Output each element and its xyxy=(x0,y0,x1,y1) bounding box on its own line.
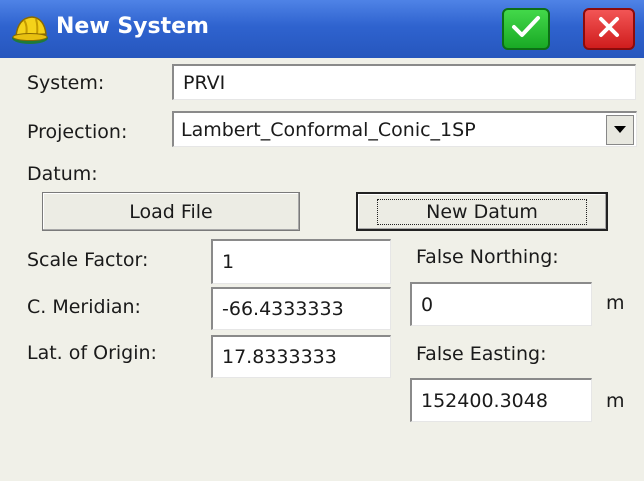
checkmark-icon xyxy=(511,14,541,45)
new-datum-label: New Datum xyxy=(377,198,587,225)
projection-label: Projection: xyxy=(27,121,128,143)
projection-select[interactable]: Lambert_Conformal_Conic_1SP xyxy=(172,111,637,147)
scale-factor-input[interactable]: 1 xyxy=(211,239,391,284)
projection-value: Lambert_Conformal_Conic_1SP xyxy=(181,118,476,141)
false-easting-value: 152400.3048 xyxy=(421,389,548,412)
false-northing-label: False Northing: xyxy=(416,246,559,268)
title-bar: New System xyxy=(0,0,644,58)
close-button[interactable] xyxy=(583,8,635,50)
system-name-value: PRVI xyxy=(183,71,226,94)
central-meridian-label: C. Meridian: xyxy=(27,296,141,318)
false-easting-unit: m xyxy=(606,390,625,412)
false-easting-input[interactable]: 152400.3048 xyxy=(410,378,592,422)
system-name-input[interactable]: PRVI xyxy=(172,64,636,100)
system-label: System: xyxy=(27,72,105,94)
lat-of-origin-value: 17.8333333 xyxy=(222,346,337,368)
false-northing-unit: m xyxy=(606,292,625,314)
datum-label: Datum: xyxy=(27,163,98,185)
false-easting-label: False Easting: xyxy=(416,343,547,365)
scale-factor-value: 1 xyxy=(222,251,235,273)
new-datum-button[interactable]: New Datum xyxy=(356,192,608,231)
window-title: New System xyxy=(56,14,209,39)
scale-factor-label: Scale Factor: xyxy=(27,249,149,271)
load-file-button[interactable]: Load File xyxy=(42,192,300,231)
lat-of-origin-label: Lat. of Origin: xyxy=(27,342,157,364)
lat-of-origin-input[interactable]: 17.8333333 xyxy=(211,335,391,378)
dropdown-arrow-icon[interactable] xyxy=(606,115,634,145)
close-x-icon xyxy=(597,15,621,44)
hard-hat-icon xyxy=(10,12,50,46)
ok-button[interactable] xyxy=(502,8,550,50)
central-meridian-input[interactable]: -66.4333333 xyxy=(211,287,391,330)
false-northing-input[interactable]: 0 xyxy=(410,282,592,326)
load-file-label: Load File xyxy=(129,200,213,223)
central-meridian-value: -66.4333333 xyxy=(222,298,344,320)
false-northing-value: 0 xyxy=(421,293,434,316)
